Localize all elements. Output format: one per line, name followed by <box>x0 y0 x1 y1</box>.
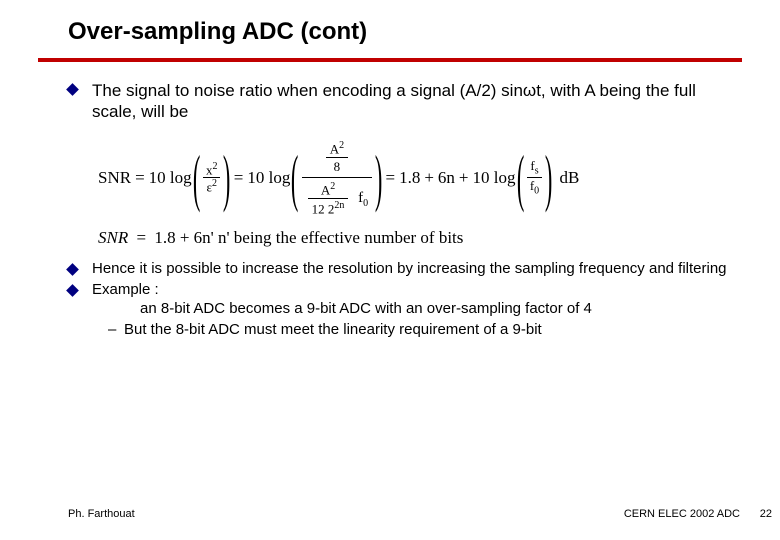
footer-author: Ph. Farthouat <box>68 508 135 520</box>
title-underline <box>38 58 742 62</box>
slide-body: The signal to noise ratio when encoding … <box>68 80 728 341</box>
db-unit: dB <box>559 169 579 186</box>
right-paren-icon: ) <box>223 149 230 207</box>
left-paren-icon: ( <box>291 149 298 207</box>
plus: + <box>459 169 469 186</box>
text: The signal to noise ratio when encoding … <box>92 81 523 100</box>
right-paren-icon: ) <box>545 149 552 207</box>
bullet-snr-intro: The signal to noise ratio when encoding … <box>68 80 728 123</box>
formula-row-2: SNR = 1.8 + 6n' n' being the effective n… <box>98 229 728 246</box>
equals: = <box>136 228 146 247</box>
frac-a2-8: A2 8 <box>326 139 348 175</box>
frac-x2-e2: x2 ε2 <box>203 161 221 195</box>
diamond-icon <box>66 284 79 297</box>
left-paren-icon: ( <box>193 149 200 207</box>
footer-event: CERN ELEC 2002 ADC <box>624 508 740 520</box>
frac-big: A2 8 A2 12 22n f0 <box>302 137 373 220</box>
equals: = <box>385 169 395 186</box>
sub-bullet-linearity: – But the 8-bit ADC must meet the linear… <box>92 321 728 340</box>
dash-icon: – <box>108 321 116 340</box>
frac-fs-f0: fs f0 <box>527 158 542 198</box>
right-paren-icon: ) <box>375 149 382 207</box>
text: Hence it is possible to increase the res… <box>92 260 727 277</box>
text: But the 8-bit ADC must meet the linearit… <box>124 321 542 338</box>
formula-row-1: SNR = 10 log ( x2 ε2 ) = 10 log ( A2 <box>98 137 728 220</box>
omega: ω <box>523 81 536 100</box>
tenlog: 10 log <box>149 169 192 186</box>
formula-block: SNR = 10 log ( x2 ε2 ) = 10 log ( A2 <box>98 137 728 247</box>
tenlog: 10 log <box>247 169 290 186</box>
snr-label: SNR <box>98 169 131 186</box>
const: 1.8 <box>399 169 420 186</box>
bullet-resolution: Hence it is possible to increase the res… <box>68 260 728 279</box>
snr-label: SNR <box>98 228 128 247</box>
diamond-icon <box>66 264 79 277</box>
plus: + <box>424 169 434 186</box>
equals: = <box>135 169 145 186</box>
example-line2: an 8-bit ADC becomes a 9-bit ADC with an… <box>140 300 728 319</box>
frac-a2-12: A2 12 22n <box>308 180 349 218</box>
row2-text: 1.8 + 6n' n' being the effective number … <box>154 228 463 247</box>
left-paren-icon: ( <box>516 149 523 207</box>
tenlog: 10 log <box>473 169 516 186</box>
slide-title: Over-sampling ADC (cont) <box>68 18 367 46</box>
page-number: 22 <box>760 508 772 520</box>
bullet-example: Example : an 8-bit ADC becomes a 9-bit A… <box>68 281 728 339</box>
sixn: 6n <box>438 169 455 186</box>
secondary-bullets: Hence it is possible to increase the res… <box>68 260 728 339</box>
equals: = <box>234 169 244 186</box>
slide: Over-sampling ADC (cont) The signal to n… <box>0 0 780 540</box>
text: Example : <box>92 281 159 298</box>
diamond-icon <box>66 83 79 96</box>
